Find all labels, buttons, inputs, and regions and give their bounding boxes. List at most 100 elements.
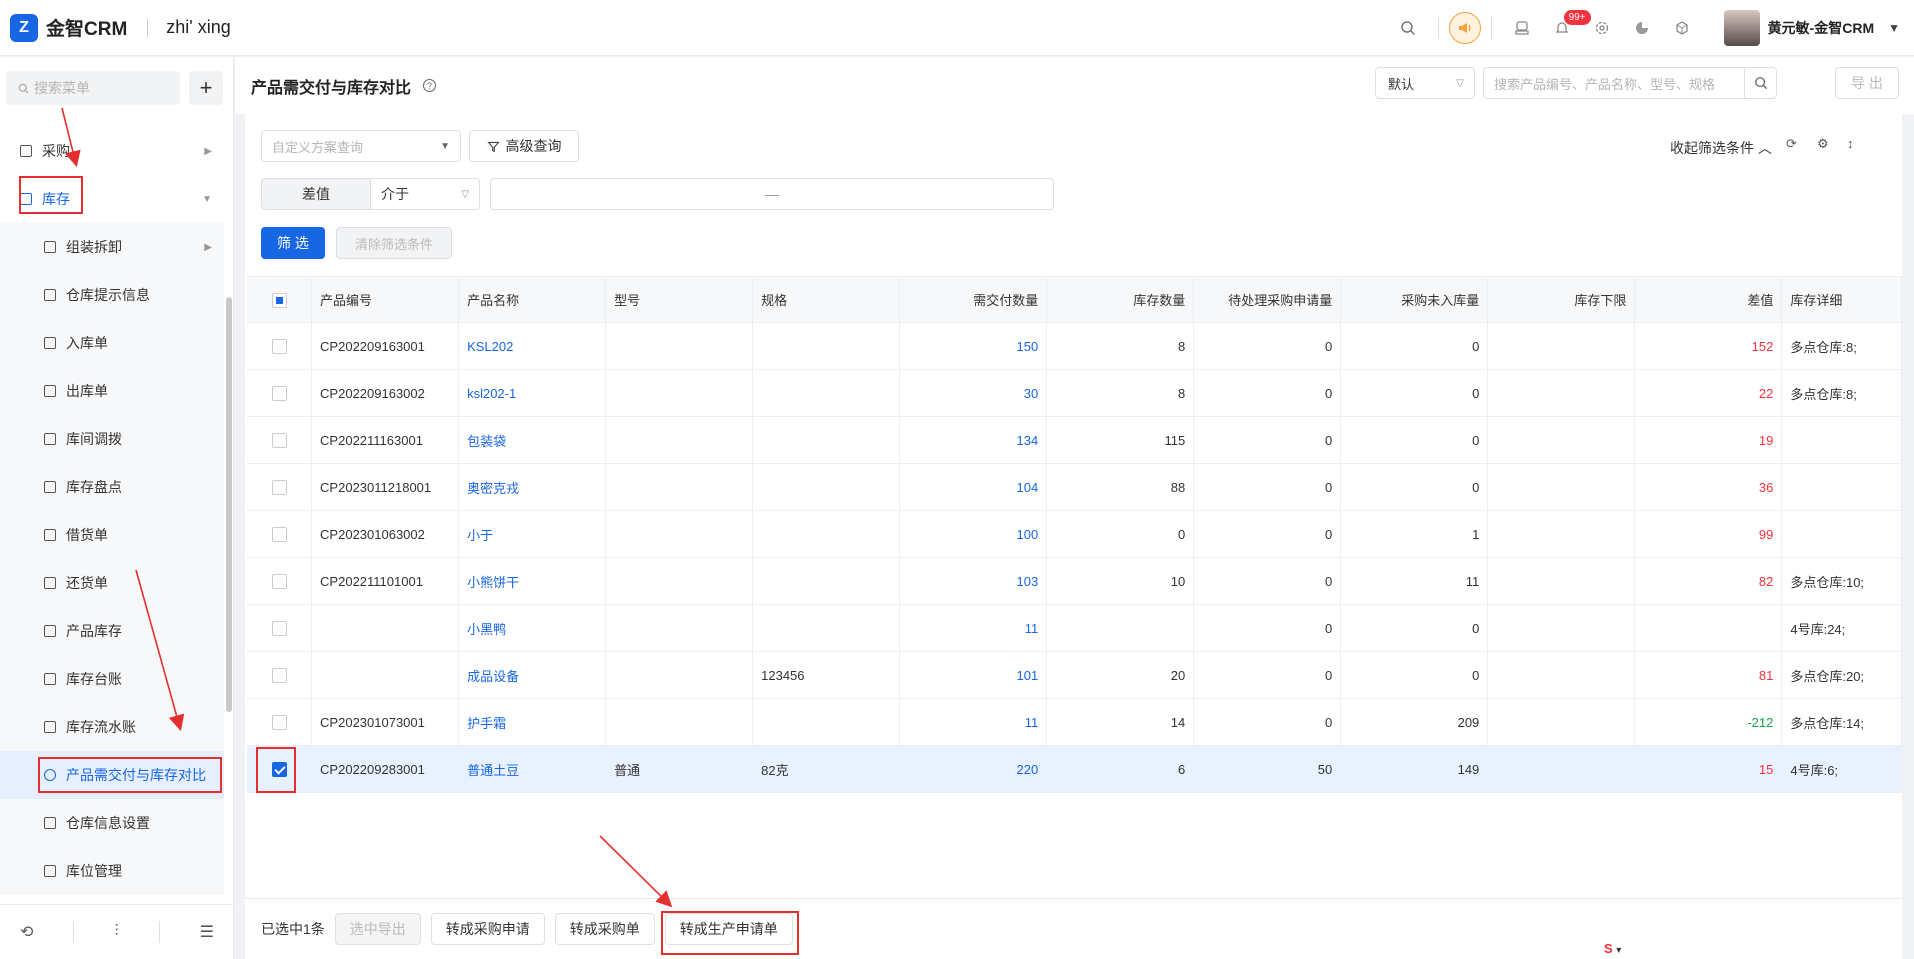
cell-name[interactable]: 成品设备 xyxy=(458,651,607,699)
cell-deliver[interactable]: 100 xyxy=(899,510,1048,558)
row-checkbox[interactable] xyxy=(271,480,287,496)
bell-icon[interactable]: 99+ xyxy=(1542,8,1591,48)
cell-deliver[interactable]: 134 xyxy=(899,416,1048,464)
sliders-icon[interactable]: ⫶ xyxy=(115,923,119,941)
sidebar-item-outbound[interactable]: 出库单 xyxy=(0,367,224,415)
org-name[interactable]: zhi' xing xyxy=(166,17,230,38)
sidebar-item-inbound[interactable]: 入库单 xyxy=(0,319,224,367)
cell-deliver[interactable]: 101 xyxy=(899,651,1048,699)
row-checkbox[interactable] xyxy=(271,339,287,355)
column-header[interactable]: 产品编号 xyxy=(311,276,460,323)
cell-name[interactable]: 包装袋 xyxy=(458,416,607,464)
column-header[interactable]: 规格 xyxy=(752,276,901,323)
row-checkbox-cell[interactable] xyxy=(247,463,313,511)
column-header[interactable]: 产品名称 xyxy=(458,276,607,323)
cell-name[interactable]: 护手霜 xyxy=(458,698,607,746)
row-checkbox-cell[interactable] xyxy=(247,510,313,558)
sidebar-item-stocktake[interactable]: 库存盘点 xyxy=(0,463,224,511)
row-checkbox[interactable] xyxy=(271,715,287,731)
table-row[interactable]: CP202211101001 小熊饼干 103 10 0 11 82 多点仓库:10; xyxy=(247,557,1902,605)
column-header[interactable]: 需交付数量 xyxy=(899,276,1048,323)
help-icon[interactable]: ? xyxy=(423,79,437,92)
table-row[interactable]: CP202209283001 普通土豆 普通 82克 220 6 50 149 15 4号库:6; xyxy=(247,745,1902,793)
row-checkbox-cell[interactable] xyxy=(247,416,313,464)
sidebar-item-purchase[interactable]: 采购 ▶ xyxy=(0,127,224,175)
pie-chart-icon[interactable] xyxy=(1622,8,1662,48)
row-checkbox-cell[interactable] xyxy=(247,698,313,746)
add-menu-button[interactable]: + xyxy=(189,71,223,105)
sidebar-item-warehouse-tips[interactable]: 仓库提示信息 xyxy=(0,271,224,319)
scheme-select[interactable]: 自定义方案查询 ▼ xyxy=(261,130,461,162)
to-purchase-request-button[interactable]: 转成采购申请 xyxy=(430,913,545,945)
message-icon[interactable] xyxy=(1502,8,1542,48)
sidebar-item-bin-management[interactable]: 库位管理 xyxy=(0,847,224,895)
sidebar-item-product-stock[interactable]: 产品库存 xyxy=(0,607,224,655)
row-checkbox-cell[interactable] xyxy=(247,745,313,793)
row-checkbox[interactable] xyxy=(271,668,287,684)
cell-name[interactable]: 小黑鸭 xyxy=(458,604,607,652)
cell-deliver[interactable]: 11 xyxy=(899,604,1048,652)
filter-submit-button[interactable]: 筛 选 xyxy=(261,227,325,259)
column-header[interactable]: 型号 xyxy=(605,276,754,323)
sidebar-item-warehouse-settings[interactable]: 仓库信息设置 xyxy=(0,799,224,847)
refresh-icon[interactable]: ⟳ xyxy=(1786,136,1797,152)
row-checkbox[interactable] xyxy=(271,386,287,402)
to-purchase-order-button[interactable]: 转成采购单 xyxy=(554,913,655,945)
sidebar-item-inventory[interactable]: 库存 ▼ xyxy=(0,175,224,223)
search-button[interactable] xyxy=(1744,68,1776,98)
export-button[interactable]: 导 出 xyxy=(1835,67,1899,99)
table-row[interactable]: CP2023011218001 奥密克戎 104 88 0 0 36 xyxy=(247,463,1902,511)
cell-deliver[interactable]: 30 xyxy=(899,369,1048,417)
menu-search-input[interactable]: 搜索菜单 xyxy=(6,71,180,105)
sidebar-item-borrow[interactable]: 借货单 xyxy=(0,511,224,559)
cell-name[interactable]: 奥密克戎 xyxy=(458,463,607,511)
cube-icon[interactable] xyxy=(1662,8,1702,48)
logo-icon[interactable]: Z xyxy=(10,13,38,42)
row-checkbox-cell[interactable] xyxy=(247,651,313,699)
table-row[interactable]: CP202301073001 护手霜 11 14 0 209 -212 多点仓库:14; xyxy=(247,698,1902,746)
table-row[interactable]: 成品设备 123456 101 20 0 0 81 多点仓库:20; xyxy=(247,651,1902,699)
cell-name[interactable]: 小于 xyxy=(458,510,607,558)
column-header[interactable]: 差值 xyxy=(1634,276,1783,323)
cell-deliver[interactable]: 150 xyxy=(899,322,1048,370)
collapse-menu-icon[interactable]: ☰ xyxy=(200,922,214,942)
row-checkbox-cell[interactable] xyxy=(247,322,313,370)
column-header[interactable]: 采购未入库量 xyxy=(1340,276,1489,323)
sidebar-item-stock-journal[interactable]: 库存流水账 xyxy=(0,703,224,751)
select-all-checkbox-cell[interactable] xyxy=(247,276,313,323)
search-icon[interactable] xyxy=(1388,8,1428,48)
row-checkbox[interactable] xyxy=(271,574,287,590)
column-header[interactable]: 待处理采购申请量 xyxy=(1193,276,1342,323)
cell-deliver[interactable]: 103 xyxy=(899,557,1048,605)
export-selected-button[interactable]: 选中导出 xyxy=(334,913,421,945)
view-select[interactable]: 默认 ▽ xyxy=(1375,67,1475,99)
to-production-request-button[interactable]: 转成生产申请单 xyxy=(664,913,793,945)
settings-icon[interactable]: ⚙ xyxy=(1817,136,1829,152)
table-row[interactable]: CP202301063002 小于 100 0 0 1 99 xyxy=(247,510,1902,558)
gear-icon[interactable] xyxy=(1582,8,1622,48)
sidebar-item-delivery-vs-stock[interactable]: 产品需交付与库存对比 xyxy=(0,751,224,799)
row-checkbox-cell[interactable] xyxy=(247,557,313,605)
table-row[interactable]: CP202209163002 ksl202-1 30 8 0 0 22 多点仓库:8; xyxy=(247,369,1902,417)
username[interactable]: 黄元敏-金智CRM xyxy=(1768,18,1875,38)
cell-deliver[interactable]: 220 xyxy=(899,745,1048,793)
cell-name[interactable]: 普通土豆 xyxy=(458,745,607,793)
select-all-checkbox[interactable] xyxy=(271,292,287,308)
filter-range-input[interactable]: — xyxy=(490,178,1054,210)
sidebar-item-stock-ledger[interactable]: 库存台账 xyxy=(0,655,224,703)
sidebar-item-transfer[interactable]: 库间调拨 xyxy=(0,415,224,463)
filter-operator-select[interactable]: 介于 ▽ xyxy=(370,178,480,210)
row-checkbox[interactable] xyxy=(271,527,287,543)
sidebar-scrollbar[interactable] xyxy=(226,297,232,712)
table-row[interactable]: CP202209163001 KSL202 150 8 0 0 152 多点仓库:8; xyxy=(247,322,1902,370)
collapse-filters-button[interactable]: 收起筛选条件 ︿ xyxy=(1670,138,1772,158)
row-checkbox-cell[interactable] xyxy=(247,369,313,417)
chevron-down-icon[interactable]: ▼ xyxy=(1888,21,1900,35)
history-icon[interactable]: ⟲ xyxy=(20,922,33,942)
row-checkbox[interactable] xyxy=(271,621,287,637)
column-header[interactable]: 库存数量 xyxy=(1046,276,1195,323)
floating-s-icon[interactable]: S ▾ xyxy=(1604,941,1621,956)
clear-filters-button[interactable]: 清除筛选条件 xyxy=(336,227,452,259)
cell-deliver[interactable]: 104 xyxy=(899,463,1048,511)
cell-name[interactable]: KSL202 xyxy=(458,322,607,370)
